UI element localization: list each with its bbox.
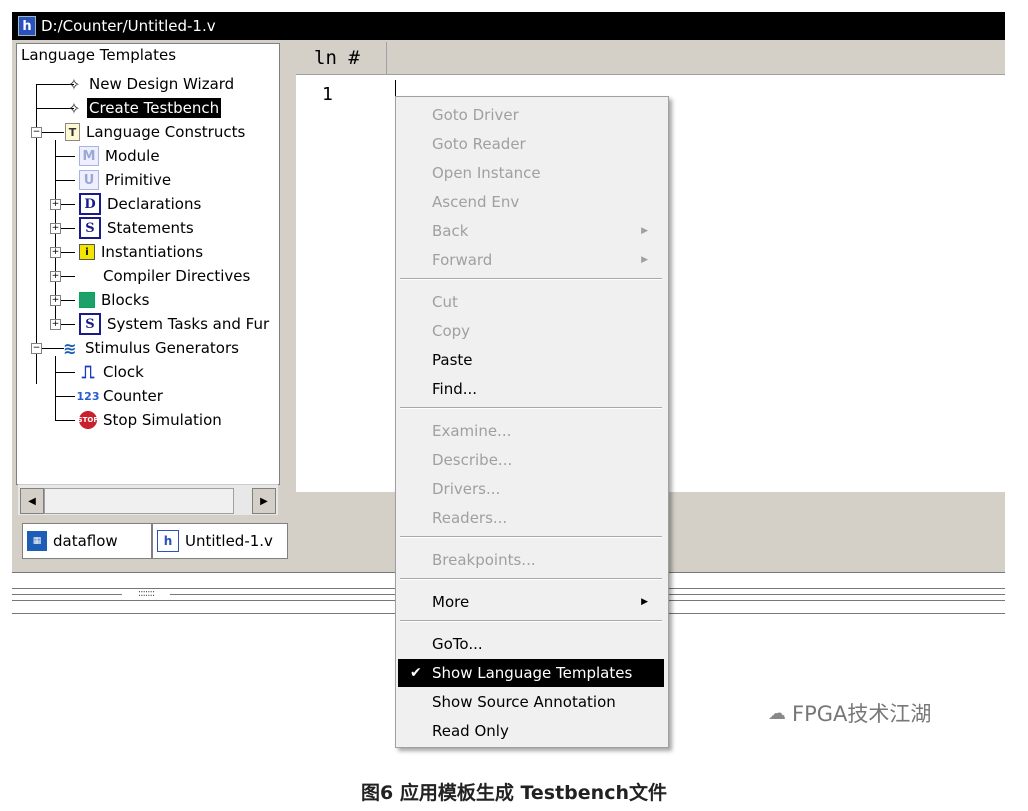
line-number-gutter xyxy=(296,75,388,493)
tab-untitled-1-v[interactable]: h Untitled-1.v xyxy=(152,523,288,559)
menu-separator xyxy=(400,578,662,580)
tree-horizontal-scrollbar[interactable]: ◀ ▶ xyxy=(18,484,278,515)
dataflow-icon: ▦ xyxy=(27,531,47,551)
page-icon: T xyxy=(65,123,80,141)
expand-toggle[interactable]: + xyxy=(50,295,61,306)
expand-toggle[interactable]: + xyxy=(50,223,61,234)
window-title-bar: h D:/Counter/Untitled-1.v xyxy=(12,12,1005,40)
language-templates-pane: Language Templates − + + + + + + − ✧ New… xyxy=(16,43,280,485)
tree-item-system-tasks[interactable]: S System Tasks and Fur xyxy=(79,313,271,335)
primitive-icon: U xyxy=(79,170,99,190)
scroll-right-button[interactable]: ▶ xyxy=(252,488,276,514)
module-icon: M xyxy=(79,146,99,166)
counter-icon: 123 xyxy=(76,389,100,403)
submenu-arrow-icon: ▶ xyxy=(641,226,648,236)
menu-item-breakpoints[interactable]: Breakpoints... xyxy=(398,546,664,574)
verilog-file-icon: h xyxy=(18,16,36,36)
statements-icon: S xyxy=(79,217,101,239)
expand-toggle[interactable]: + xyxy=(50,271,61,282)
blank-icon xyxy=(79,267,97,285)
system-tasks-icon: S xyxy=(79,313,101,335)
wand-icon: ✧ xyxy=(67,74,81,94)
menu-item-copy[interactable]: Copy xyxy=(398,317,664,345)
wand-icon: ✧ xyxy=(67,98,81,118)
collapse-toggle[interactable]: − xyxy=(31,343,42,354)
scroll-left-button[interactable]: ◀ xyxy=(20,488,44,514)
figure-caption: 图6 应用模板生成 Testbench文件 xyxy=(361,782,667,804)
column-header-ln: ln # xyxy=(296,42,387,74)
submenu-arrow-icon: ▶ xyxy=(641,597,648,607)
tree-item-declarations[interactable]: D Declarations xyxy=(79,193,203,215)
tree-item-stop-simulation[interactable]: STOP Stop Simulation xyxy=(78,409,224,431)
menu-item-more[interactable]: More ▶ xyxy=(398,588,664,616)
tree-item-clock[interactable]: ⎍ Clock xyxy=(79,361,146,383)
tree-item-create-testbench[interactable]: ✧ Create Testbench xyxy=(65,97,222,119)
menu-item-examine[interactable]: Examine... xyxy=(398,417,664,445)
tree-item-stimulus-generators[interactable]: ≋ Stimulus Generators xyxy=(61,337,241,359)
menu-item-show-language-templates[interactable]: ✔ Show Language Templates xyxy=(398,659,664,687)
menu-separator xyxy=(400,620,662,622)
watermark: ☁ FPGA技术江湖 xyxy=(768,702,932,726)
clock-icon: ⎍ xyxy=(81,361,95,383)
expand-toggle[interactable]: + xyxy=(50,319,61,330)
menu-item-forward[interactable]: Forward ▶ xyxy=(398,246,664,274)
menu-item-readers[interactable]: Readers... xyxy=(398,504,664,532)
waveform-icon: ≋ xyxy=(63,338,77,358)
blocks-icon xyxy=(79,292,95,308)
menu-item-goto[interactable]: GoTo... xyxy=(398,630,664,658)
tree-item-blocks[interactable]: Blocks xyxy=(79,289,151,311)
splitter-grip[interactable]: ::::::: xyxy=(122,589,170,599)
menu-item-describe[interactable]: Describe... xyxy=(398,446,664,474)
window-title: D:/Counter/Untitled-1.v xyxy=(41,17,216,35)
tree-item-counter[interactable]: 123 Counter xyxy=(76,385,165,407)
tree-item-new-design-wizard[interactable]: ✧ New Design Wizard xyxy=(65,73,236,95)
checkmark-icon: ✔ xyxy=(410,665,422,681)
declarations-icon: D xyxy=(79,193,101,215)
menu-separator xyxy=(400,536,662,538)
expand-toggle[interactable]: + xyxy=(50,247,61,258)
editor-header: ln # xyxy=(296,42,1005,75)
scroll-thumb[interactable] xyxy=(44,488,234,514)
menu-item-show-source-annotation[interactable]: Show Source Annotation xyxy=(398,688,664,716)
tree-item-instantiations[interactable]: i Instantiations xyxy=(79,241,205,263)
menu-item-back[interactable]: Back ▶ xyxy=(398,217,664,245)
menu-item-read-only[interactable]: Read Only xyxy=(398,717,664,745)
tree-item-statements[interactable]: S Statements xyxy=(79,217,196,239)
tab-dataflow[interactable]: ▦ dataflow xyxy=(22,523,152,559)
menu-item-drivers[interactable]: Drivers... xyxy=(398,475,664,503)
wechat-icon: ☁ xyxy=(768,702,786,724)
tree-item-language-constructs[interactable]: T Language Constructs xyxy=(65,121,247,143)
submenu-arrow-icon: ▶ xyxy=(641,255,648,265)
menu-item-find[interactable]: Find... xyxy=(398,375,664,403)
expand-toggle[interactable]: + xyxy=(50,199,61,210)
menu-item-cut[interactable]: Cut xyxy=(398,288,664,316)
instantiation-icon: i xyxy=(79,244,95,260)
line-number: 1 xyxy=(322,84,333,105)
menu-item-open-instance[interactable]: Open Instance xyxy=(398,159,664,187)
collapse-toggle[interactable]: − xyxy=(31,127,42,138)
stop-icon: STOP xyxy=(78,411,98,429)
menu-separator xyxy=(400,278,662,280)
context-menu: Goto Driver Goto Reader Open Instance As… xyxy=(395,96,669,748)
menu-item-goto-reader[interactable]: Goto Reader xyxy=(398,130,664,158)
tree-item-primitive[interactable]: U Primitive xyxy=(79,169,173,191)
menu-item-ascend-env[interactable]: Ascend Env xyxy=(398,188,664,216)
menu-item-paste[interactable]: Paste xyxy=(398,346,664,374)
verilog-file-icon: h xyxy=(157,530,179,552)
menu-item-goto-driver[interactable]: Goto Driver xyxy=(398,101,664,129)
tree-item-module[interactable]: M Module xyxy=(79,145,162,167)
templates-tree: − + + + + + + − ✧ New Design Wizard ✧ Cr… xyxy=(17,44,279,484)
tree-item-compiler-directives[interactable]: Compiler Directives xyxy=(79,265,252,287)
menu-separator xyxy=(400,407,662,409)
